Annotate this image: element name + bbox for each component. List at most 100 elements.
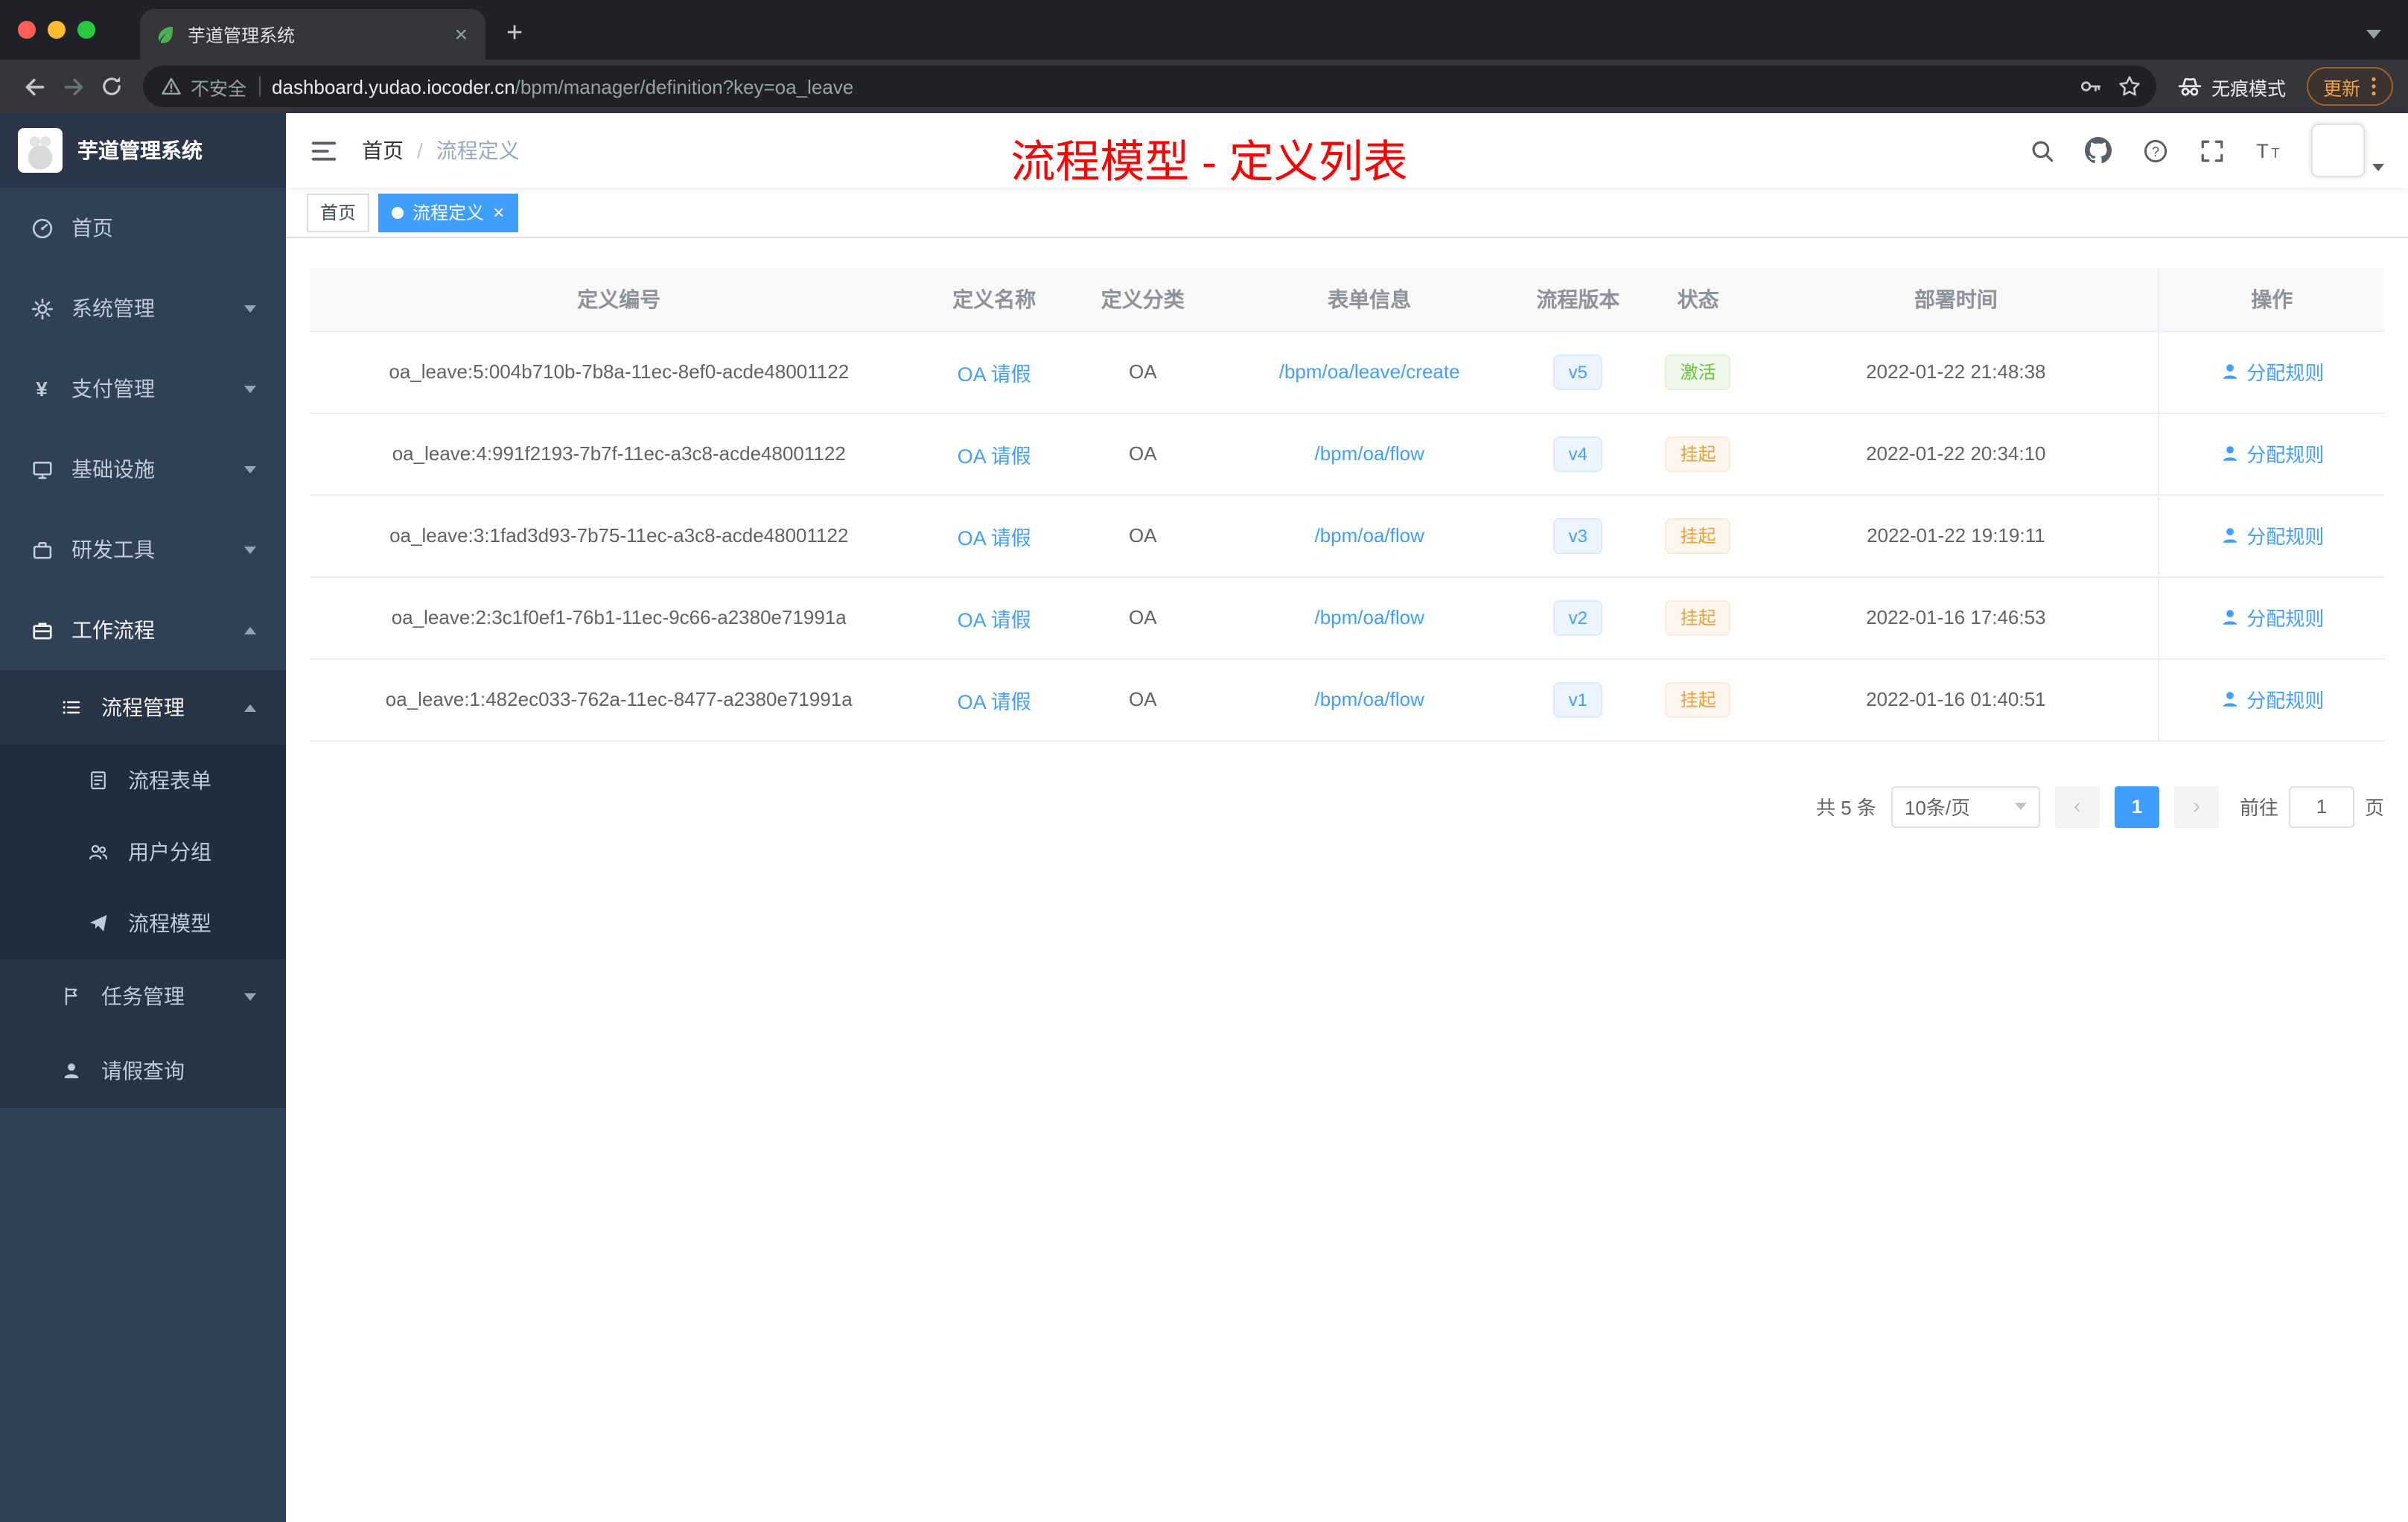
back-icon[interactable] xyxy=(15,67,54,106)
definition-name-link[interactable]: OA 请假 xyxy=(958,526,1031,549)
page-unit-label: 页 xyxy=(2364,797,2384,819)
minimize-window-button[interactable] xyxy=(48,21,66,39)
sidebar-item-process-model[interactable]: 流程模型 xyxy=(0,888,286,959)
key-icon[interactable] xyxy=(2079,74,2103,98)
logo-avatar xyxy=(18,128,63,173)
site-security-chip[interactable]: 不安全 xyxy=(161,72,246,101)
chevron-up-icon xyxy=(244,626,256,634)
tab-strip: 芋道管理系统 × + xyxy=(0,0,2408,60)
definition-name-link[interactable]: OA 请假 xyxy=(958,445,1031,467)
sidebar-item-infrastructure[interactable]: 基础设施 xyxy=(0,429,286,509)
status-cell: 激活 xyxy=(1643,331,1754,413)
assign-rule-link[interactable]: 分配规则 xyxy=(2220,357,2324,386)
search-icon[interactable] xyxy=(2028,137,2055,164)
sidebar-toggle-icon[interactable] xyxy=(310,136,338,165)
assign-rule-link[interactable]: 分配规则 xyxy=(2220,439,2324,468)
sidebar-item-user-group[interactable]: 用户分组 xyxy=(0,816,286,888)
chrome-update-button[interactable]: 更新 xyxy=(2306,67,2393,106)
tags-view: 首页 流程定义 × xyxy=(286,188,2408,238)
definition-name-link[interactable]: OA 请假 xyxy=(958,690,1031,713)
form-link[interactable]: /bpm/oa/flow xyxy=(1314,688,1424,710)
svg-text:T: T xyxy=(2272,146,2280,161)
next-page-button[interactable]: › xyxy=(2173,786,2219,827)
definition-name-cell: OA 请假 xyxy=(928,494,1060,577)
chevron-down-icon xyxy=(244,305,256,312)
form-link[interactable]: /bpm/oa/leave/create xyxy=(1279,360,1460,383)
breadcrumb-home-link[interactable]: 首页 xyxy=(362,136,404,165)
browser-tab[interactable]: 芋道管理系统 × xyxy=(140,9,485,60)
tab-close-icon[interactable]: × xyxy=(451,23,471,45)
pagination-jumper: 前往 页 xyxy=(2240,786,2384,827)
definition-name-link[interactable]: OA 请假 xyxy=(958,363,1031,385)
url-host: dashboard.yudao.iocoder.cn xyxy=(272,75,515,98)
sidebar-item-label: 系统管理 xyxy=(71,296,155,320)
address-bar[interactable]: 不安全 dashboard.yudao.iocoder.cn/bpm/manag… xyxy=(143,66,2156,107)
person-icon xyxy=(60,1059,83,1083)
github-icon[interactable] xyxy=(2085,137,2112,164)
col-definition-name: 定义名称 xyxy=(928,268,1060,331)
form-info-cell: /bpm/oa/flow xyxy=(1225,576,1514,659)
definition-category-cell: OA xyxy=(1060,413,1226,495)
assign-rule-link[interactable]: 分配规则 xyxy=(2220,685,2324,713)
new-tab-button[interactable]: + xyxy=(485,9,544,60)
close-window-button[interactable] xyxy=(18,21,36,39)
form-link[interactable]: /bpm/oa/flow xyxy=(1314,524,1424,547)
form-info-cell: /bpm/oa/flow xyxy=(1225,413,1514,495)
sidebar-item-leave-query[interactable]: 请假查询 xyxy=(0,1034,286,1108)
status-tag: 挂起 xyxy=(1665,436,1731,471)
definition-name-cell: OA 请假 xyxy=(928,658,1060,741)
sidebar-item-system[interactable]: 系统管理 xyxy=(0,268,286,348)
form-link[interactable]: /bpm/oa/flow xyxy=(1314,606,1424,628)
browser-window: 芋道管理系统 × + 不安全 dashboard.yudao.iocoder.c… xyxy=(0,0,2408,1522)
forward-icon[interactable] xyxy=(54,67,92,106)
sidebar-item-label: 基础设施 xyxy=(71,457,155,481)
top-navbar: 首页 / 流程定义 流程模型 - 定义列表 ? TT xyxy=(286,113,2408,188)
fullscreen-icon[interactable] xyxy=(2198,137,2225,164)
sidebar-item-label: 流程表单 xyxy=(128,768,211,792)
sidebar-item-label: 工作流程 xyxy=(71,618,155,642)
chevron-down-icon xyxy=(244,465,256,473)
sidebar-item-process-manage[interactable]: 流程管理 xyxy=(0,670,286,745)
assign-rule-link[interactable]: 分配规则 xyxy=(2220,521,2324,550)
page-size-select[interactable]: 10条/页 xyxy=(1891,786,2040,827)
incognito-label: 无痕模式 xyxy=(2211,78,2286,99)
sidebar-item-payment[interactable]: ¥ 支付管理 xyxy=(0,348,286,429)
app-root: 芋道管理系统 首页 系统管理 ¥ 支付管理 基础设施 研发工具 工作流程 流程管… xyxy=(0,113,2408,1522)
sidebar-item-label: 请假查询 xyxy=(101,1059,185,1083)
tag-label: 首页 xyxy=(320,203,357,223)
form-link[interactable]: /bpm/oa/flow xyxy=(1314,442,1424,465)
sidebar-item-label: 任务管理 xyxy=(101,984,185,1008)
page-number-1[interactable]: 1 xyxy=(2114,786,2159,827)
help-icon[interactable]: ? xyxy=(2141,137,2168,164)
tag-home[interactable]: 首页 xyxy=(307,193,370,232)
avatar[interactable] xyxy=(2311,124,2365,177)
url-path: /bpm/manager/definition?key=oa_leave xyxy=(515,75,854,98)
sidebar-item-home[interactable]: 首页 xyxy=(0,188,286,268)
definition-name-cell: OA 请假 xyxy=(928,576,1060,659)
operation-cell: 分配规则 xyxy=(2158,331,2384,413)
definition-id-cell: oa_leave:5:004b710b-7b8a-11ec-8ef0-acde4… xyxy=(310,331,929,413)
tag-process-definition[interactable]: 流程定义 × xyxy=(378,193,518,232)
sidebar-item-workflow[interactable]: 工作流程 xyxy=(0,590,286,670)
bookmark-star-icon[interactable] xyxy=(2118,74,2141,98)
sidebar-item-devtools[interactable]: 研发工具 xyxy=(0,509,286,590)
user-menu[interactable] xyxy=(2311,124,2384,177)
tag-label: 流程定义 xyxy=(413,203,485,223)
sidebar-item-task-manage[interactable]: 任务管理 xyxy=(0,959,286,1034)
definition-name-cell: OA 请假 xyxy=(928,413,1060,495)
sidebar-item-process-form[interactable]: 流程表单 xyxy=(0,745,286,816)
prev-page-button[interactable]: ‹ xyxy=(2054,786,2100,827)
reload-icon[interactable] xyxy=(92,67,131,106)
version-tag: v3 xyxy=(1553,518,1603,553)
sidebar-item-label: 用户分组 xyxy=(128,840,211,864)
zoom-window-button[interactable] xyxy=(77,21,95,39)
assign-rule-link[interactable]: 分配规则 xyxy=(2220,603,2324,631)
chevron-down-icon xyxy=(2014,803,2027,810)
definition-name-link[interactable]: OA 请假 xyxy=(958,608,1031,631)
page-content: 定义编号 定义名称 定义分类 表单信息 流程版本 状态 部署时间 操作 oa_l xyxy=(286,238,2408,1522)
tab-search-chevron-icon[interactable] xyxy=(2366,30,2381,39)
tag-close-icon[interactable]: × xyxy=(493,203,504,222)
goto-page-input[interactable] xyxy=(2288,786,2354,827)
version-cell: v5 xyxy=(1513,331,1643,413)
font-size-icon[interactable]: TT xyxy=(2255,137,2281,164)
